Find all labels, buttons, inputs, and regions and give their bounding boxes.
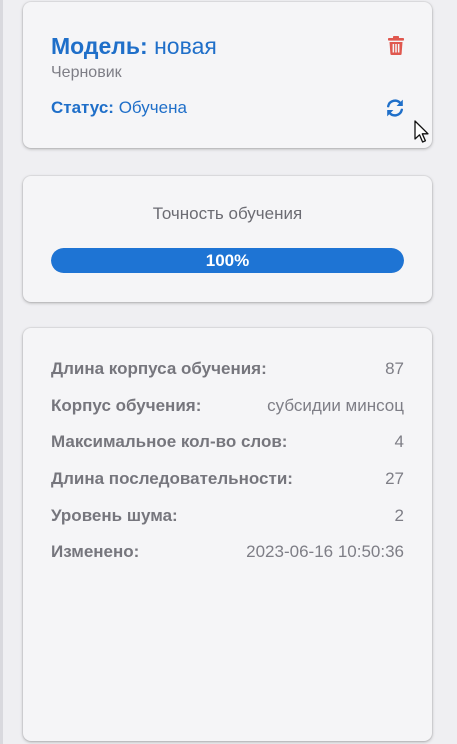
info-row-corpus-length: Длина корпуса обучения: 87 (51, 357, 404, 381)
info-label: Изменено: (51, 542, 140, 561)
accuracy-card: Точность обучения 100% (23, 176, 432, 302)
info-label: Длина последовательности: (51, 469, 293, 488)
status-label: Статус: (51, 98, 114, 117)
accuracy-progress-label: 100% (205, 250, 250, 270)
sidebar-edge (0, 0, 3, 744)
info-value: 2 (394, 506, 404, 525)
trash-icon (388, 35, 404, 55)
info-row-corpus: Корпус обучения: субсидии минсоц (51, 394, 404, 418)
info-value: 27 (385, 469, 404, 488)
model-title-label: Модель: (51, 33, 148, 59)
info-label: Корпус обучения: (51, 396, 202, 415)
info-row-modified: Изменено: 2023-06-16 10:50:36 (51, 540, 404, 564)
model-subtitle: Черновик (51, 64, 122, 81)
model-card: Модель: новая Черновик Статус: Обучена (23, 2, 432, 148)
info-row-noise-level: Уровень шума: 2 (51, 504, 404, 528)
status-value: Обучена (118, 98, 187, 117)
accuracy-progress-bar: 100% (51, 248, 404, 273)
mouse-cursor-icon (414, 120, 429, 143)
info-value: 87 (385, 359, 404, 378)
info-row-max-words: Максимальное кол-во слов: 4 (51, 430, 404, 454)
delete-button[interactable] (385, 34, 407, 56)
info-label: Максимальное кол-во слов: (51, 432, 288, 451)
info-row-sequence-length: Длина последовательности: 27 (51, 467, 404, 491)
info-value: 4 (394, 432, 404, 451)
info-label: Длина корпуса обучения: (51, 359, 267, 378)
accuracy-title: Точность обучения (152, 204, 303, 223)
refresh-button[interactable] (384, 97, 406, 119)
model-status: Статус: Обучена (51, 98, 187, 118)
model-name: новая (154, 33, 217, 59)
training-info-card: Длина корпуса обучения: 87 Корпус обучен… (23, 328, 432, 741)
info-value: 2023-06-16 10:50:36 (246, 542, 404, 561)
model-title: Модель: новая (51, 33, 217, 60)
info-value: субсидии минсоц (267, 396, 404, 415)
refresh-icon (387, 99, 403, 117)
info-label: Уровень шума: (51, 506, 178, 525)
